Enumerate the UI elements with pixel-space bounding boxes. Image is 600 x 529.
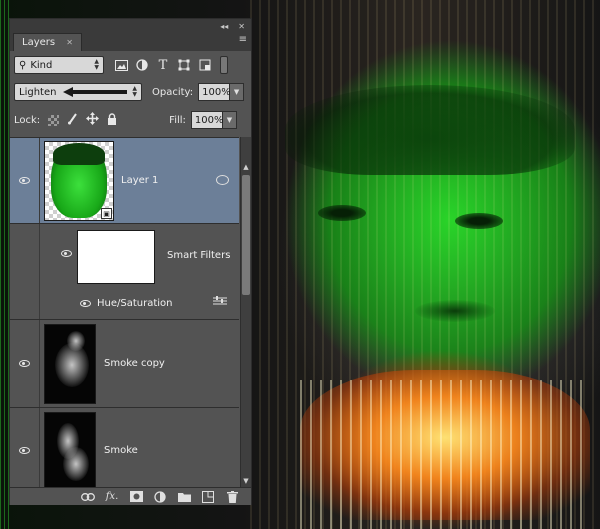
filter-kind-dropdown[interactable]: ⚲ Kind ▲ ▼ <box>14 56 104 74</box>
scroll-down-icon[interactable]: ▼ <box>241 475 251 487</box>
eye-icon <box>19 447 30 454</box>
filter-row: ⚲ Kind ▲ ▼ T <box>10 53 251 77</box>
eye-icon <box>19 177 30 184</box>
filter-kind-label: Kind <box>30 59 53 71</box>
visibility-toggle[interactable] <box>10 138 40 223</box>
layer-1-thumbnail[interactable]: ▣ <box>44 141 114 221</box>
filter-blending-options-icon[interactable] <box>213 295 227 310</box>
lock-icon-group <box>48 112 117 128</box>
blend-mode-dropdown[interactable]: Lighten ▲ ▼ <box>14 83 142 101</box>
lock-position-icon[interactable] <box>86 112 100 128</box>
smoke-thumbnail[interactable] <box>44 412 96 487</box>
artwork-mouth <box>415 300 495 322</box>
visibility-toggle[interactable] <box>10 408 40 487</box>
lock-row: Lock: Fill: 100% ▼ <box>10 108 251 132</box>
blend-row: Lighten ▲ ▼ Opacity: 100% ▼ <box>10 80 251 104</box>
fill-dropdown-arrow-icon[interactable]: ▼ <box>222 111 237 129</box>
layer-style-fx-button[interactable]: fx. <box>105 491 119 503</box>
layers-panel: ◂◂ ✕ Layers ✕ ≡ ⚲ Kind ▲ ▼ T Lighten ▲ ▼… <box>9 18 252 505</box>
smart-object-badge-icon: ▣ <box>101 208 112 219</box>
layer-list-scrollbar[interactable]: ▲ ▼ <box>240 137 251 487</box>
filter-icon-group: T <box>114 58 212 73</box>
layer-row-smoke[interactable]: Smoke <box>10 408 239 487</box>
artwork-right-eye <box>455 213 503 229</box>
visibility-toggle[interactable] <box>10 320 40 407</box>
close-panel-icon[interactable]: ✕ <box>238 22 245 31</box>
visibility-toggle-spacer <box>10 288 40 319</box>
blend-mode-label: Lighten <box>19 86 57 98</box>
scroll-up-icon[interactable]: ▲ <box>241 161 251 173</box>
smart-filter-mask-thumbnail[interactable] <box>77 230 155 284</box>
lock-transparent-pixels-icon[interactable] <box>48 114 60 126</box>
fill-input[interactable]: 100% <box>190 111 224 129</box>
visibility-toggle-spacer <box>10 224 40 288</box>
artwork-fire-streaks <box>300 380 590 529</box>
layer-row-smart-filters[interactable]: Smart Filters <box>10 224 239 288</box>
layer-name[interactable]: Smoke copy <box>104 358 165 369</box>
new-adjustment-layer-icon[interactable] <box>153 490 167 503</box>
tab-layers[interactable]: Layers ✕ <box>13 33 82 51</box>
smart-object-filter-icon[interactable] <box>198 58 212 72</box>
artwork-left-eye <box>318 205 366 221</box>
new-layer-icon[interactable] <box>201 490 215 503</box>
face-thumbnail-hair <box>53 143 105 165</box>
tab-layers-label: Layers <box>22 37 56 48</box>
panel-title-bar[interactable]: ◂◂ ✕ <box>10 19 251 33</box>
layer-name[interactable]: Smoke <box>104 445 138 456</box>
lock-all-icon[interactable] <box>107 112 117 128</box>
layer-name[interactable]: Layer 1 <box>121 175 158 186</box>
layers-bottom-toolbar: fx. <box>10 487 251 505</box>
dropdown-arrows-icon: ▲ ▼ <box>94 58 99 71</box>
smart-filters-eye-icon[interactable] <box>61 250 72 257</box>
filter-toggle-switch[interactable] <box>220 56 228 74</box>
hue-saturation-eye-icon[interactable] <box>80 300 91 307</box>
tab-close-icon[interactable]: ✕ <box>66 38 73 47</box>
delete-layer-trash-icon[interactable] <box>225 490 239 503</box>
opacity-label: Opacity: <box>152 86 194 98</box>
collapse-panel-icon[interactable]: ◂◂ <box>220 22 228 31</box>
dropdown-arrows-icon: ▲ ▼ <box>132 85 137 98</box>
link-layers-icon[interactable] <box>81 491 95 503</box>
layer-list: ▣ Layer 1 Smart Filters Hue/Saturation S… <box>10 137 239 487</box>
add-layer-mask-icon[interactable] <box>129 491 143 503</box>
lock-label: Lock: <box>14 114 41 126</box>
smoke-copy-thumbnail[interactable] <box>44 324 96 404</box>
smart-filters-label[interactable]: Smart Filters <box>167 250 230 261</box>
shape-filter-icon[interactable] <box>177 58 191 72</box>
fill-label: Fill: <box>169 114 186 126</box>
search-icon: ⚲ <box>19 59 27 71</box>
artwork-hair <box>285 85 575 175</box>
lock-image-pixels-icon[interactable] <box>67 112 78 128</box>
scrollbar-thumb[interactable] <box>242 175 250 295</box>
panel-menu-icon[interactable]: ≡ <box>239 35 247 45</box>
layer-row-layer-1[interactable]: ▣ Layer 1 <box>10 138 239 224</box>
arrow-pointer-icon <box>63 87 127 97</box>
smoke-wisp-image <box>67 331 85 351</box>
new-group-folder-icon[interactable] <box>177 491 191 503</box>
hue-saturation-label[interactable]: Hue/Saturation <box>97 298 173 309</box>
smart-filter-badge-icon[interactable] <box>216 175 229 185</box>
type-filter-icon[interactable]: T <box>156 58 170 73</box>
eye-icon <box>19 360 30 367</box>
opacity-input[interactable]: 100% <box>198 83 231 101</box>
layer-row-hue-saturation[interactable]: Hue/Saturation <box>10 288 239 320</box>
smoke-wisp-image <box>63 447 89 481</box>
adjustment-filter-icon[interactable] <box>135 58 149 72</box>
opacity-dropdown-arrow-icon[interactable]: ▼ <box>230 83 245 101</box>
layer-row-smoke-copy[interactable]: Smoke copy <box>10 320 239 408</box>
panel-tab-row: Layers ✕ ≡ <box>10 33 251 51</box>
image-filter-icon[interactable] <box>114 58 128 72</box>
